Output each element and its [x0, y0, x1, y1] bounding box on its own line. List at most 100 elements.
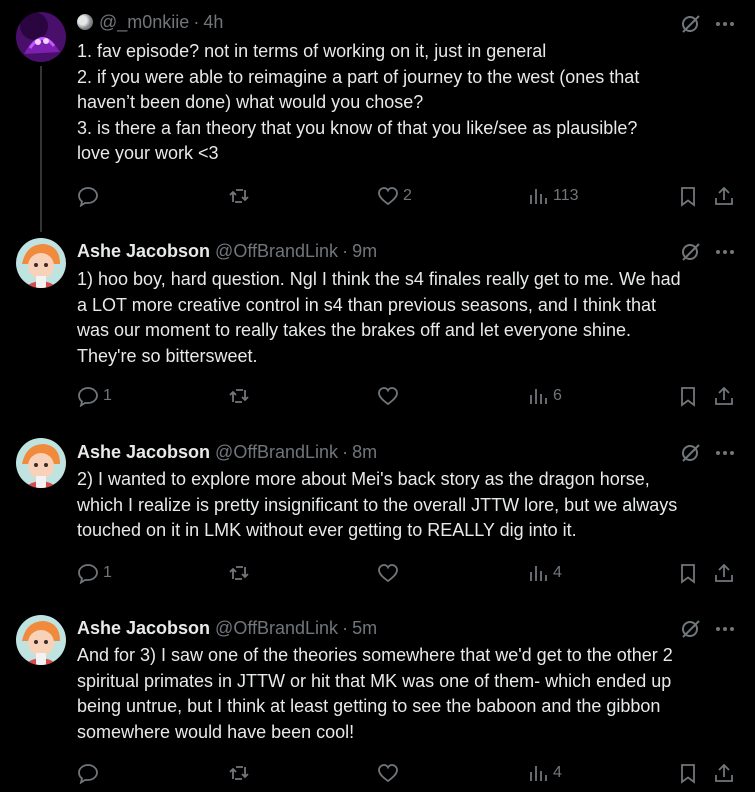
text-line: a LOT more creative control in s4 than p…: [77, 294, 656, 315]
bookmark-icon: [681, 764, 695, 784]
repost-icon: [229, 189, 249, 203]
repost-icon: [229, 389, 249, 403]
tweet-text: And for 3) I saw one of the theories som…: [77, 643, 747, 745]
text-line: touched on it in LMK without ever gettin…: [77, 520, 577, 540]
action-bar: 1 6: [0, 384, 755, 408]
reply-icon: [78, 187, 98, 207]
grok-icon[interactable]: [680, 442, 702, 464]
bookmark-button[interactable]: [677, 561, 699, 585]
reply-button[interactable]: 1: [77, 561, 112, 585]
text-line: 1) hoo boy, hard question. Ngl I think t…: [77, 269, 681, 289]
share-icon: [715, 186, 733, 205]
handle[interactable]: @OffBrandLink: [215, 442, 338, 463]
views-icon: [530, 389, 547, 404]
text-line: They're so bittersweet.: [77, 345, 258, 366]
share-button[interactable]: [713, 761, 735, 785]
handle[interactable]: @_m0nkiie: [99, 12, 189, 33]
more-icon[interactable]: [714, 241, 736, 263]
views-button[interactable]: 4: [527, 561, 562, 585]
more-icon[interactable]: [714, 442, 736, 464]
like-button[interactable]: [377, 384, 403, 408]
text-line: haven’t been done) what would you chose?: [77, 92, 424, 112]
bookmark-button[interactable]: [677, 184, 699, 208]
repost-button[interactable]: [228, 184, 254, 208]
reply-button[interactable]: [77, 184, 103, 208]
bookmark-icon: [681, 187, 695, 207]
tweet-header: @_m0nkiie · 4h: [77, 11, 223, 33]
more-icon[interactable]: [714, 618, 736, 640]
avatar[interactable]: [16, 238, 66, 288]
share-icon: [715, 763, 733, 782]
views-button[interactable]: 6: [527, 384, 562, 408]
like-button[interactable]: [377, 561, 403, 585]
share-button[interactable]: [713, 561, 735, 585]
tweet-text: 1. fav episode? not in terms of working …: [77, 39, 747, 167]
share-button[interactable]: [713, 384, 735, 408]
views-button[interactable]: 4: [527, 761, 562, 785]
views-button[interactable]: 113: [527, 184, 579, 208]
action-bar: 2 113: [0, 184, 755, 208]
handle[interactable]: @OffBrandLink: [215, 618, 338, 639]
action-bar: 1 4: [0, 561, 755, 585]
heart-icon: [378, 564, 398, 583]
reply-count: 1: [103, 564, 112, 581]
like-button[interactable]: 2: [377, 184, 412, 208]
tweet-2[interactable]: Ashe Jacobson @OffBrandLink · 9m 1) hoo …: [0, 232, 755, 418]
reply-button[interactable]: 1: [77, 384, 112, 408]
repost-button[interactable]: [228, 384, 254, 408]
tweet-4[interactable]: Ashe Jacobson @OffBrandLink · 5m And for…: [0, 598, 755, 792]
share-button[interactable]: [713, 184, 735, 208]
views-count: 113: [553, 187, 579, 204]
text-line: spiritual primates in JTTW or hit that M…: [77, 670, 672, 691]
text-line: 2. if you were able to reimagine a part …: [77, 66, 640, 87]
tweet-3[interactable]: Ashe Jacobson @OffBrandLink · 8m 2) I wa…: [0, 418, 755, 598]
views-icon: [530, 766, 547, 781]
share-icon: [715, 386, 733, 405]
more-icon[interactable]: [714, 13, 736, 35]
views-count: 4: [553, 564, 562, 581]
display-name[interactable]: Ashe Jacobson: [77, 618, 210, 639]
text-line: 3. is there a fan theory that you know o…: [77, 117, 638, 138]
reply-icon: [78, 387, 98, 407]
tweet-header: Ashe Jacobson @OffBrandLink · 9m: [77, 240, 377, 262]
reply-count: 1: [103, 387, 112, 404]
grok-icon[interactable]: [680, 241, 702, 263]
separator-dot: ·: [342, 441, 349, 462]
display-name[interactable]: Ashe Jacobson: [77, 442, 210, 463]
avatar[interactable]: [16, 12, 66, 62]
separator-dot: ·: [193, 11, 200, 32]
repost-button[interactable]: [228, 561, 254, 585]
repost-button[interactable]: [228, 761, 254, 785]
bookmark-button[interactable]: [677, 384, 699, 408]
timestamp[interactable]: 8m: [352, 442, 377, 463]
bookmark-icon: [681, 387, 695, 407]
handle[interactable]: @OffBrandLink: [215, 241, 338, 262]
repost-icon: [229, 566, 249, 580]
moon-emoji-icon: [77, 14, 93, 30]
timestamp[interactable]: 9m: [352, 241, 377, 262]
text-line: 2) I wanted to explore more about Mei's …: [77, 469, 650, 489]
separator-dot: ·: [342, 240, 349, 261]
heart-icon: [378, 764, 398, 783]
reply-icon: [78, 564, 98, 584]
grok-icon[interactable]: [680, 13, 702, 35]
grok-icon[interactable]: [680, 618, 702, 640]
tweet-header: Ashe Jacobson @OffBrandLink · 5m: [77, 617, 377, 639]
like-button[interactable]: [377, 761, 403, 785]
reply-icon: [78, 764, 98, 784]
tweet-1[interactable]: @_m0nkiie · 4h 1. fav episode? not in te…: [0, 0, 755, 232]
tweet-text: 2) I wanted to explore more about Mei's …: [77, 467, 747, 544]
text-line: was our moment to really takes the brake…: [77, 320, 631, 340]
heart-icon: [378, 187, 398, 206]
repost-icon: [229, 766, 249, 780]
display-name[interactable]: Ashe Jacobson: [77, 241, 210, 262]
avatar[interactable]: [16, 615, 66, 665]
bookmark-button[interactable]: [677, 761, 699, 785]
timestamp[interactable]: 4h: [203, 12, 223, 33]
timestamp[interactable]: 5m: [352, 618, 377, 639]
reply-button[interactable]: [77, 761, 103, 785]
action-bar: 4: [0, 761, 755, 785]
bookmark-icon: [681, 564, 695, 584]
text-line: And for 3) I saw one of the theories som…: [77, 645, 673, 665]
avatar[interactable]: [16, 438, 66, 488]
